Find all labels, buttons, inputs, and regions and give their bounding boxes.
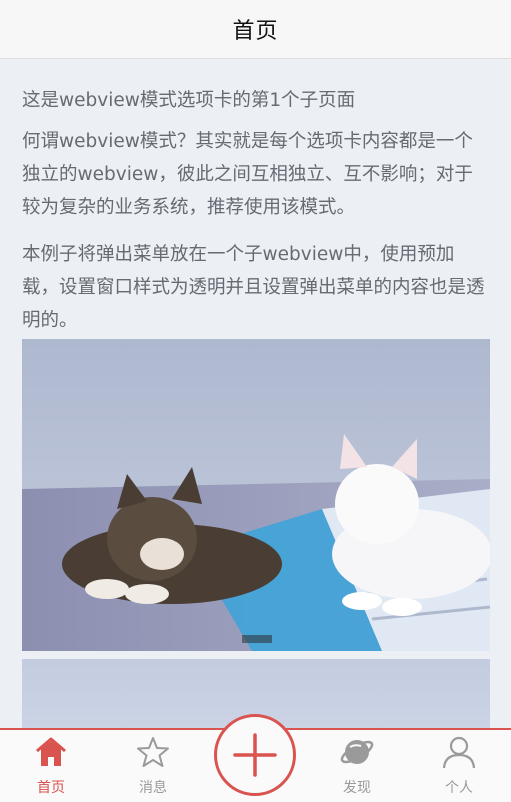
person-icon xyxy=(442,736,476,769)
content-area: 这是webview模式选项卡的第1个子页面 何谓webview模式？其实就是每个… xyxy=(22,84,490,351)
star-icon xyxy=(137,737,169,767)
tab-messages-label: 消息 xyxy=(139,780,167,796)
cats-photo-image xyxy=(22,339,490,651)
header-bar: 首页 xyxy=(0,0,511,59)
add-button[interactable] xyxy=(214,714,296,796)
plus-icon xyxy=(233,733,277,777)
tab-profile[interactable]: 个人 xyxy=(414,730,504,802)
tab-discover-label: 发现 xyxy=(343,780,371,796)
page-title: 首页 xyxy=(232,19,279,44)
webview-mode-paragraph: 何谓webview模式？其实就是每个选项卡内容都是一个独立的webview，彼此… xyxy=(22,131,473,218)
tab-profile-label: 个人 xyxy=(445,780,473,796)
tab-discover[interactable]: 发现 xyxy=(312,730,402,802)
tab-messages[interactable]: 消息 xyxy=(108,730,198,802)
tab-home-label: 首页 xyxy=(37,780,65,796)
planet-icon xyxy=(340,740,374,764)
popup-menu-paragraph: 本例子将弹出菜单放在一个子webview中，使用预加载，设置窗口样式为透明并且设… xyxy=(22,244,485,331)
intro-line: 这是webview模式选项卡的第1个子页面 xyxy=(22,90,356,111)
home-icon xyxy=(36,737,66,766)
tab-home[interactable]: 首页 xyxy=(6,730,96,802)
